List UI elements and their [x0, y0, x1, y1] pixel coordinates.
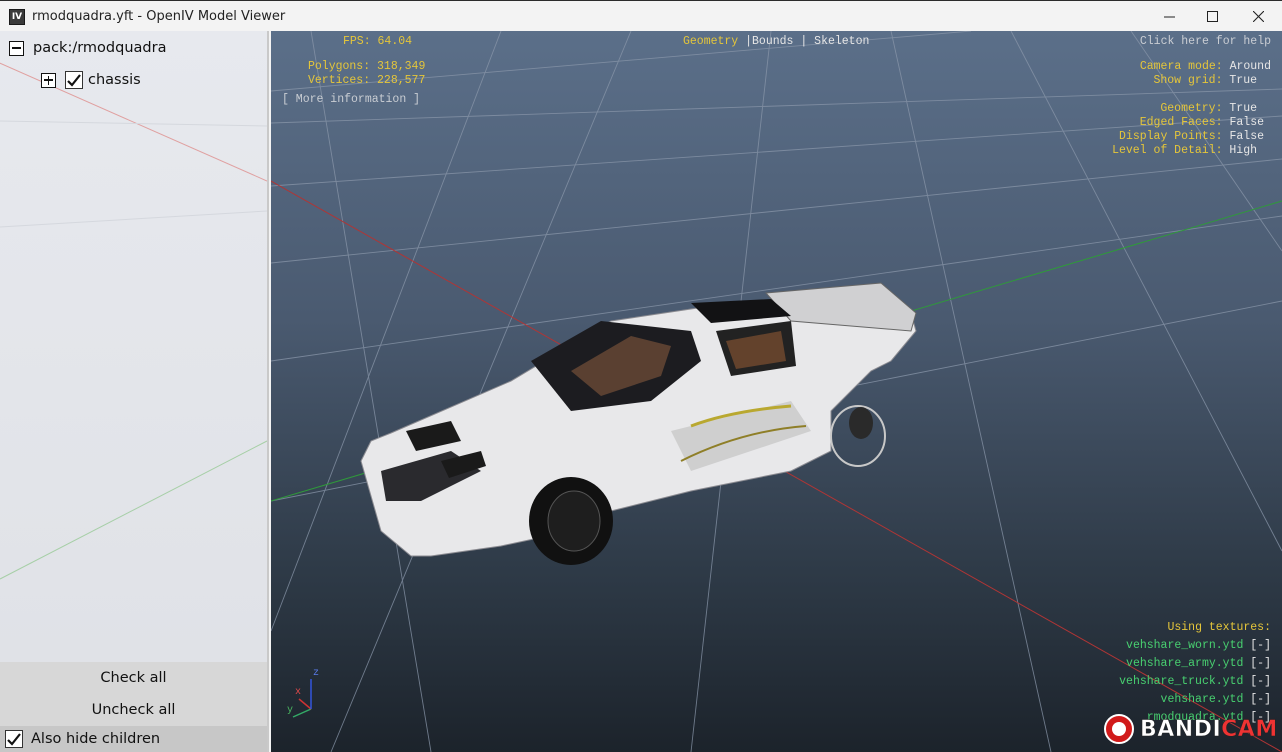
close-icon: [1252, 11, 1264, 22]
maximize-icon: [1206, 11, 1218, 22]
help-link[interactable]: Click here for help: [1140, 35, 1271, 48]
record-icon: [1104, 714, 1134, 744]
grid-lines-behind-panel: [0, 62, 267, 580]
bandicam-logo-text: BANDICAM: [1140, 716, 1278, 742]
level-of-detail-label: Level of Detail:: [1112, 144, 1223, 157]
edged-faces-value[interactable]: False: [1229, 116, 1264, 129]
close-button[interactable]: [1235, 1, 1281, 32]
texture-name: vehshare_worn.ytd: [1126, 639, 1244, 652]
texture-remove-button[interactable]: [-]: [1250, 639, 1271, 652]
collapse-toggle-icon[interactable]: [9, 40, 24, 56]
view-mode-tabs: Geometry |Bounds | Skeleton: [683, 35, 869, 48]
maximize-button[interactable]: [1189, 1, 1235, 32]
tree-node-label[interactable]: chassis: [88, 72, 141, 88]
geometry-label: Geometry:: [1160, 102, 1223, 115]
more-information-link[interactable]: [ More information ]: [282, 93, 420, 106]
expand-toggle-icon[interactable]: [41, 72, 56, 88]
axis-gizmo: [292, 679, 312, 718]
level-of-detail-setting[interactable]: Level of Detail: High: [1112, 144, 1257, 157]
checkmark-icon: [7, 732, 21, 746]
fps-label: FPS:: [343, 35, 371, 48]
bandicam-watermark: BANDICAM: [1104, 713, 1278, 745]
fps-readout: FPS: 64.04: [343, 35, 412, 48]
display-points-label: Display Points:: [1119, 130, 1223, 143]
show-grid-value[interactable]: True: [1229, 74, 1257, 87]
bandicam-logo-part2: CAM: [1221, 716, 1278, 742]
tree-root-node[interactable]: pack:/rmodquadra: [9, 39, 166, 57]
show-grid-label: Show grid:: [1153, 74, 1223, 87]
also-hide-children-option[interactable]: Also hide children: [0, 726, 267, 752]
vertices-value: 228,577: [377, 74, 426, 87]
axis-x-label: x: [295, 687, 302, 698]
show-grid-setting[interactable]: Show grid: True: [1153, 74, 1257, 87]
vertices-readout: Vertices: 228,577: [308, 74, 425, 87]
uncheck-all-button[interactable]: Uncheck all: [0, 694, 267, 726]
tree-root-label[interactable]: pack:/rmodquadra: [33, 40, 166, 56]
also-hide-children-checkbox[interactable]: [5, 730, 23, 748]
texture-remove-button[interactable]: [-]: [1250, 693, 1271, 706]
axis-z-label: z: [313, 668, 320, 679]
camera-mode-setting[interactable]: Camera mode: Around: [1140, 60, 1271, 73]
edged-faces-setting[interactable]: Edged Faces: False: [1140, 116, 1264, 129]
model-tree-panel: pack:/rmodquadra chassis Check all Unche…: [0, 31, 269, 752]
camera-mode-label: Camera mode:: [1139, 60, 1223, 73]
texture-item: vehshare_army.ytd [-]: [1126, 657, 1271, 670]
chassis-visibility-checkbox[interactable]: [65, 71, 83, 89]
polygons-label: Polygons:: [308, 60, 371, 73]
minimize-icon: [1163, 16, 1175, 18]
texture-name: vehshare_army.ytd: [1126, 657, 1244, 670]
minimize-button[interactable]: [1146, 1, 1192, 32]
window-title: rmodquadra.yft - OpenIV Model Viewer: [32, 9, 286, 24]
edged-faces-label: Edged Faces:: [1139, 116, 1223, 129]
check-all-button[interactable]: Check all: [0, 662, 267, 694]
fps-value: 64.04: [377, 35, 413, 48]
tab-bounds[interactable]: Bounds: [752, 35, 793, 48]
tab-separator: |: [800, 35, 808, 48]
checkmark-icon: [67, 73, 81, 87]
also-hide-children-label[interactable]: Also hide children: [31, 731, 160, 747]
texture-remove-button[interactable]: [-]: [1250, 675, 1271, 688]
texture-item: vehshare_worn.ytd [-]: [1126, 639, 1271, 652]
bandicam-logo-part1: BANDI: [1140, 716, 1222, 742]
geometry-setting[interactable]: Geometry: True: [1160, 102, 1257, 115]
texture-item: vehshare_truck.ytd [-]: [1119, 675, 1271, 688]
3d-viewport[interactable]: z x y FPS: 64.04 Polygons: 318,349 Verti…: [271, 31, 1282, 752]
display-points-setting[interactable]: Display Points: False: [1119, 130, 1264, 143]
level-of-detail-value[interactable]: High: [1229, 144, 1257, 157]
geometry-value[interactable]: True: [1229, 102, 1257, 115]
camera-mode-value[interactable]: Around: [1230, 60, 1271, 73]
texture-name: vehshare.ytd: [1160, 693, 1244, 706]
openiv-app-icon: IV: [9, 9, 25, 25]
polygons-readout: Polygons: 318,349: [308, 60, 425, 73]
texture-remove-button[interactable]: [-]: [1250, 657, 1271, 670]
tab-geometry[interactable]: Geometry: [683, 35, 738, 48]
tab-separator: |: [745, 35, 753, 48]
textures-heading: Using textures:: [1167, 621, 1271, 634]
axis-y-label: y: [287, 705, 294, 716]
car-model: [360, 282, 917, 565]
title-bar: IV rmodquadra.yft - OpenIV Model Viewer: [0, 0, 1282, 31]
display-points-value[interactable]: False: [1229, 130, 1264, 143]
polygons-value: 318,349: [377, 60, 426, 73]
texture-name: vehshare_truck.ytd: [1119, 675, 1244, 688]
texture-item: vehshare.ytd [-]: [1161, 693, 1271, 706]
tab-skeleton[interactable]: Skeleton: [814, 35, 869, 48]
tree-node-chassis[interactable]: chassis: [41, 71, 141, 89]
vertices-label: Vertices:: [308, 74, 371, 87]
